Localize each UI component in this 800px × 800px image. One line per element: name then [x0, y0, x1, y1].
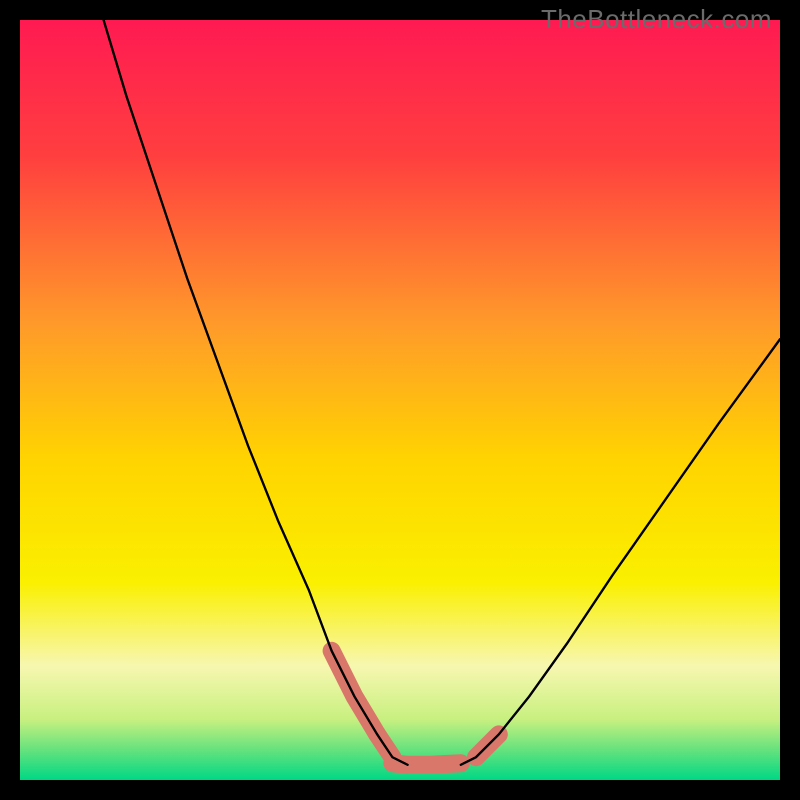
plot-area	[20, 20, 780, 780]
chart-frame: TheBottleneck.com	[0, 0, 800, 800]
watermark-text: TheBottleneck.com	[541, 4, 772, 35]
chart-canvas	[20, 20, 780, 780]
gradient-background	[20, 20, 780, 780]
